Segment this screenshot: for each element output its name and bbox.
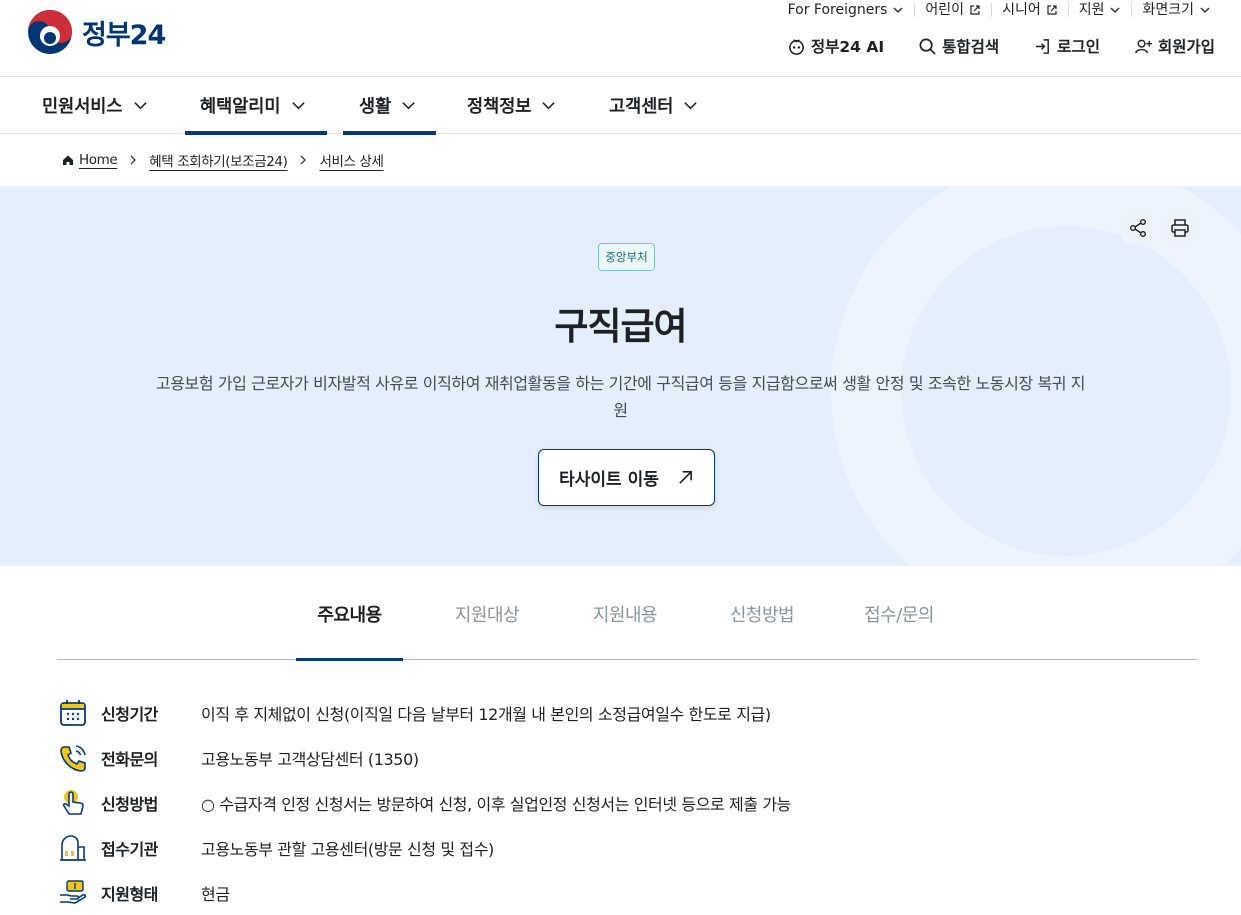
chevron-down-icon [684, 102, 698, 110]
info-row-reception-agency: 접수기관 고용노동부 관할 고용센터(방문 신청 및 접수) [57, 825, 1197, 870]
logo-text: 정부24 [82, 19, 166, 51]
login-button[interactable]: 로그인 [1033, 35, 1100, 57]
share-button[interactable] [1122, 212, 1154, 244]
tab-main-content[interactable]: 주요내용 [296, 567, 403, 661]
nav-item-benefits[interactable]: 혜택알리미 [185, 77, 327, 135]
info-row-application-period: 신청기간 이직 후 지체없이 신청(이직일 다음 날부터 12개월 내 본인의 … [57, 690, 1197, 735]
chevron-down-icon [133, 102, 147, 110]
info-row-application-method: 신청방법 ○ 수급자격 인정 신청서는 방문하여 신청, 이후 실업인정 신청서… [57, 780, 1197, 825]
external-link-icon [970, 5, 980, 15]
top-link-screen-size[interactable]: 화면크기 [1131, 3, 1221, 17]
home-icon [63, 155, 73, 165]
logo[interactable]: 정부24 [26, 8, 166, 56]
arrow-up-right-icon [679, 471, 692, 484]
login-icon [1036, 38, 1050, 54]
info-row-support-type: 지원형태 현금 [57, 870, 1197, 915]
chevron-down-icon [402, 102, 415, 110]
chevron-down-icon [542, 102, 556, 110]
chevron-down-icon [893, 7, 903, 13]
signup-button[interactable]: 회원가입 [1134, 35, 1215, 57]
nav-item-civil-service[interactable]: 민원서비스 [42, 77, 148, 134]
building-icon [57, 832, 89, 864]
tab-eligibility[interactable]: 지원대상 [442, 567, 532, 660]
nav-item-customer-center[interactable]: 고객센터 [609, 77, 698, 134]
chevron-down-icon [1111, 7, 1120, 13]
external-link-icon [1047, 5, 1057, 15]
main-nav: 민원서비스 혜택알리미 생활 정책정보 고객센터 [0, 76, 1241, 135]
top-link-support[interactable]: 지원 [1067, 3, 1132, 17]
service-title: 구직급여 [554, 305, 687, 348]
chevron-down-icon [1200, 7, 1210, 13]
breadcrumb-service-detail[interactable]: 서비스 상세 [319, 150, 383, 170]
top-links: For Foreigners 어린이 시니어 지원 화면크기 [778, 0, 1221, 20]
calendar-icon [57, 697, 89, 729]
header: 정부24 For Foreigners 어린이 시니어 지원 화면크기 정부24… [0, 0, 1241, 76]
service-description: 고용보험 가입 근로자가 비자발적 사유로 이직하여 재취업활동을 하는 기간에… [155, 374, 1086, 420]
print-icon [1171, 219, 1189, 237]
cash-hand-icon [57, 877, 89, 909]
ai-robot-icon [788, 38, 804, 55]
print-button[interactable] [1164, 212, 1196, 244]
utility-menu: 정부24 AI 통합검색 로그인 회원가입 [787, 35, 1215, 57]
tab-application-method[interactable]: 신청방법 [717, 567, 807, 660]
external-site-button[interactable]: 타사이트 이동 [538, 449, 715, 506]
info-row-phone-inquiry: 전화문의 고용노동부 고객상담센터 (1350) [57, 735, 1197, 780]
top-link-senior[interactable]: 시니어 [991, 3, 1068, 17]
phone-icon [57, 742, 89, 774]
service-hero: 중앙부처 구직급여 고용보험 가입 근로자가 비자발적 사유로 이직하여 재취업… [0, 186, 1241, 566]
hand-pointer-icon [57, 787, 89, 819]
share-icon [1130, 219, 1146, 237]
breadcrumb-benefit-search[interactable]: 혜택 조회하기(보조금24) [149, 150, 288, 170]
chevron-right-icon [130, 155, 137, 165]
breadcrumb-home[interactable]: Home [62, 152, 118, 168]
key-info-list: 신청기간 이직 후 지체없이 신청(이직일 다음 날부터 12개월 내 본인의 … [57, 690, 1197, 915]
search-button[interactable]: 통합검색 [918, 35, 999, 57]
chevron-right-icon [301, 155, 307, 165]
user-add-icon [1135, 39, 1153, 53]
top-link-foreigners[interactable]: For Foreigners [778, 3, 915, 17]
tab-support-content[interactable]: 지원내용 [580, 567, 670, 660]
nav-item-policy[interactable]: 정책정보 [467, 77, 556, 134]
tab-reception-inquiry[interactable]: 접수/문의 [854, 567, 944, 660]
agency-type-badge: 중앙부처 [598, 243, 655, 271]
breadcrumb: Home 혜택 조회하기(보조금24) 서비스 상세 [0, 134, 1241, 186]
chevron-down-icon [291, 102, 305, 110]
taegeuk-logo-icon [28, 10, 72, 54]
nav-item-life[interactable]: 생활 [343, 77, 436, 135]
top-link-kids[interactable]: 어린이 [914, 3, 991, 17]
ai-button[interactable]: 정부24 AI [787, 35, 884, 57]
detail-tabs: 주요내용 지원대상 지원내용 신청방법 접수/문의 [57, 567, 1197, 661]
search-icon [919, 38, 936, 55]
